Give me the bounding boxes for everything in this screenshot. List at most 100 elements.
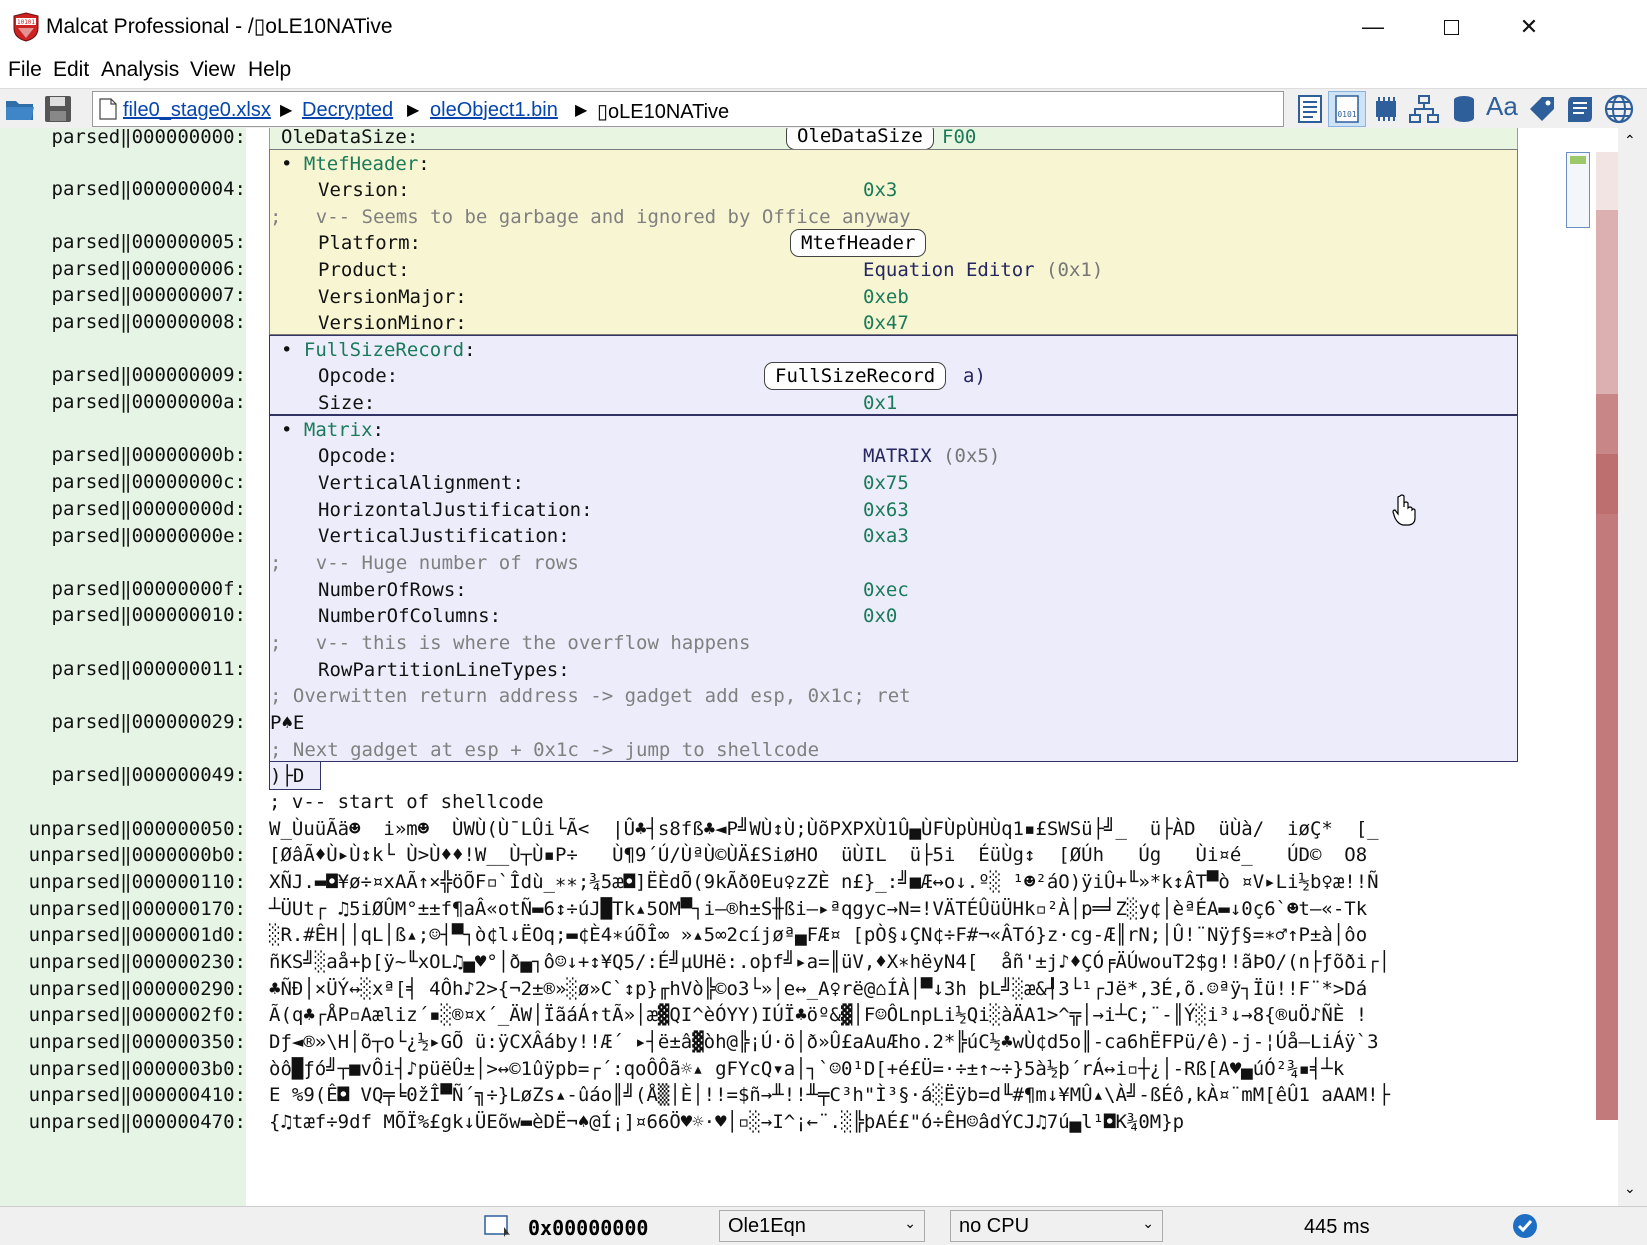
hex-view-button[interactable]: 0101 bbox=[1328, 91, 1366, 127]
status-bar: 0x00000000 Ole1Eqn ⌄ no CPU ⌄ 445 ms bbox=[0, 1206, 1647, 1245]
menu-edit[interactable]: Edit bbox=[53, 58, 89, 82]
minimap-entropy-band bbox=[1596, 454, 1618, 514]
shellcode-line: [ØâÃ♦Ù▸Ù↕k└ Ù>Ù♦♦!W__Ù┬Ù▪P÷ Ù¶9´Ú/ÙªÙ©ÙÄ… bbox=[269, 844, 1368, 866]
enum-code: 0x1 bbox=[1057, 259, 1092, 281]
struct-oledatasize[interactable]: OleDataSize: F00 OleDataSize bbox=[269, 128, 1518, 150]
struct-fullsizerecord[interactable]: • FullSizeRecord: Opcode: a) FullSizeRec… bbox=[269, 335, 1518, 415]
database-icon[interactable] bbox=[1448, 93, 1480, 125]
scroll-down-icon[interactable]: ⌄ bbox=[1624, 1180, 1636, 1197]
address-label: parsed‖000000011: bbox=[51, 658, 246, 680]
struct-tag-label: MtefHeader bbox=[790, 229, 927, 257]
open-folder-icon[interactable] bbox=[4, 93, 36, 125]
address-label: parsed‖000000000: bbox=[51, 128, 246, 148]
save-icon[interactable] bbox=[42, 93, 74, 125]
comment: ; Next gadget at esp + 0x1c -> jump to s… bbox=[270, 739, 820, 761]
strings-view-icon[interactable]: Aa bbox=[1486, 91, 1518, 122]
menu-view[interactable]: View bbox=[190, 58, 235, 82]
address-label: parsed‖00000000f: bbox=[51, 578, 246, 600]
address-label: parsed‖000000008: bbox=[51, 311, 246, 333]
struct-mtefheader[interactable]: • MtefHeader: Version: 0x3 ; v-- Seems t… bbox=[269, 149, 1518, 335]
file-format-value: Ole1Eqn bbox=[728, 1215, 806, 1237]
field-value: 0xec bbox=[863, 579, 909, 601]
struct-colon: : bbox=[464, 339, 476, 361]
struct-bullet: • bbox=[281, 339, 293, 361]
field-key: RowPartitionLineTypes: bbox=[318, 659, 570, 681]
comment: ; Overwitten return address -> gadget ad… bbox=[270, 685, 911, 707]
web-icon[interactable] bbox=[1603, 93, 1635, 125]
menu-help[interactable]: Help bbox=[248, 58, 291, 82]
menu-analysis[interactable]: Analysis bbox=[101, 58, 179, 82]
enum-name: Equation Editor bbox=[863, 259, 1035, 281]
disassembly-view-icon[interactable] bbox=[1370, 93, 1402, 125]
maximize-button[interactable] bbox=[1429, 8, 1473, 46]
struct-colon: : bbox=[372, 419, 384, 441]
file-overview-minimap[interactable] bbox=[1566, 152, 1618, 1176]
field-value: 0x1 bbox=[863, 392, 898, 414]
menu-file[interactable]: File bbox=[8, 58, 42, 82]
field-value: a) bbox=[963, 365, 986, 387]
scroll-up-icon[interactable]: ⌃ bbox=[1624, 132, 1636, 149]
document-icon bbox=[99, 98, 117, 120]
minimize-button[interactable]: — bbox=[1351, 8, 1395, 46]
address-label: unparsed‖000000110: bbox=[28, 871, 246, 893]
struct-name: Matrix bbox=[303, 419, 373, 441]
malcat-app-icon: 10101 bbox=[13, 12, 39, 42]
field-key: Version: bbox=[318, 179, 410, 201]
breadcrumb-item-oleobject[interactable]: oleObject1.bin bbox=[430, 99, 558, 122]
minimap-entropy-band bbox=[1596, 152, 1618, 210]
struct-matrix[interactable]: • Matrix: Opcode: MATRIX (0x5) VerticalA… bbox=[269, 415, 1518, 762]
menu-bar: File Edit Analysis View Help bbox=[0, 54, 1647, 88]
minimap-entropy-band bbox=[1596, 210, 1618, 394]
field-key: VersionMajor: bbox=[318, 286, 467, 308]
address-label: unparsed‖0000003b0: bbox=[28, 1058, 246, 1080]
minimap-entropy-band bbox=[1596, 514, 1618, 1120]
address-label: unparsed‖000000290: bbox=[28, 978, 246, 1000]
struct-header: • MtefHeader: bbox=[281, 150, 430, 178]
file-format-dropdown[interactable]: Ole1Eqn ⌄ bbox=[719, 1210, 925, 1242]
field-key: OleDataSize: bbox=[281, 128, 419, 148]
hand-cursor-icon bbox=[1392, 494, 1416, 526]
title-bar: 10101 Malcat Professional - /▯oLE10NATiv… bbox=[0, 0, 1647, 54]
svg-text:0101: 0101 bbox=[1337, 110, 1356, 119]
address-label: parsed‖000000005: bbox=[51, 231, 246, 253]
close-button[interactable]: ✕ bbox=[1507, 8, 1551, 46]
enum-code: 0x5 bbox=[954, 445, 989, 467]
field-key: VersionMinor: bbox=[318, 312, 467, 334]
raw-bytes: )├D bbox=[270, 765, 305, 787]
cpu-dropdown[interactable]: no CPU ⌄ bbox=[950, 1210, 1163, 1242]
minimize-icon: — bbox=[1362, 14, 1384, 39]
script-icon[interactable] bbox=[1564, 93, 1596, 125]
shellcode-line: ┴ÜUt┌ ♫5iØÛM°±±f¶aÂ«otÑ▬6↕÷úJ█Tk▴5OM▀┐i—… bbox=[269, 898, 1368, 920]
field-key: NumberOfRows: bbox=[318, 579, 467, 601]
struct-bullet: • bbox=[281, 153, 293, 175]
structure-view[interactable]: parsed‖000000000: parsed‖000000004: pars… bbox=[0, 128, 1618, 1206]
address-label: unparsed‖000000410: bbox=[28, 1084, 246, 1106]
breadcrumb-separator: ▶ bbox=[407, 102, 420, 119]
svg-text:10101: 10101 bbox=[17, 19, 35, 26]
shellcode-comment: ; v-- start of shellcode bbox=[269, 791, 544, 813]
shellcode-line: ░R.#ÊH││qL│ß▴;☺┤▀┐ò¢l↓ËOq;▬¢È4∗úÕÎ∞ »▴5∞… bbox=[269, 924, 1368, 946]
breadcrumb-separator: ▶ bbox=[280, 102, 293, 119]
breadcrumb-item-file0[interactable]: file0_stage0.xlsx bbox=[123, 99, 271, 122]
maximize-icon bbox=[1443, 19, 1459, 35]
field-key: Opcode: bbox=[318, 365, 399, 387]
struct-matrix-tail: )├D bbox=[269, 762, 321, 790]
comment: ; v-- this is where the overflow happens bbox=[270, 632, 751, 654]
shellcode-line: Dƒ◄®»\H│õ┬o└¿½▸GÕ ü:ÿCXÂáby!!Æ´ ▸┤ë±â▓òh… bbox=[269, 1031, 1379, 1053]
address-label: parsed‖00000000a: bbox=[51, 391, 246, 413]
tag-icon[interactable] bbox=[1526, 93, 1558, 125]
address-label: unparsed‖000000230: bbox=[28, 951, 246, 973]
text-view-icon[interactable] bbox=[1294, 93, 1326, 125]
field-key: Opcode: bbox=[318, 445, 399, 467]
vertical-scrollbar[interactable]: ⌃ ⌄ bbox=[1618, 128, 1647, 1206]
breadcrumb-item-decrypted[interactable]: Decrypted bbox=[302, 99, 393, 122]
field-key: VerticalAlignment: bbox=[318, 472, 524, 494]
field-key: Size: bbox=[318, 392, 376, 414]
address-label: parsed‖000000004: bbox=[51, 178, 246, 200]
struct-tag-label: OleDataSize bbox=[786, 128, 934, 150]
graph-view-icon[interactable] bbox=[1408, 93, 1440, 125]
field-key: Product: bbox=[318, 259, 410, 281]
close-icon: ✕ bbox=[1519, 14, 1539, 39]
address-label: parsed‖00000000b: bbox=[51, 444, 246, 466]
field-value: F00 bbox=[942, 128, 977, 148]
